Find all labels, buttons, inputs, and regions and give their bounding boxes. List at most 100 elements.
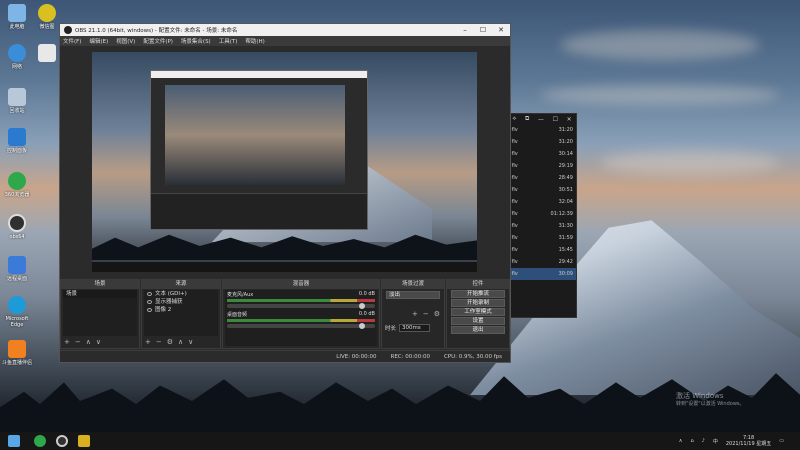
start-streaming-button[interactable]: 开始推流 [451, 290, 505, 298]
desktop-icon-edge[interactable]: Microsoft Edge [0, 296, 34, 328]
eye-icon[interactable] [147, 308, 152, 312]
file-list-toolbar: ⟡ ⧉ — ☐ ✕ [508, 114, 576, 124]
remove-icon[interactable]: − [156, 338, 162, 346]
obs-taskbar-icon[interactable] [56, 435, 68, 447]
notification-icon[interactable]: ▭ [779, 438, 784, 444]
source-item[interactable]: 文本 (GDI+) [144, 290, 218, 298]
ime-indicator[interactable]: 中 [713, 438, 718, 445]
settings-button[interactable]: 设置 [451, 317, 505, 325]
remove-icon[interactable]: − [75, 338, 81, 346]
desktop-icon-network[interactable]: 网络 [0, 44, 34, 70]
channel-db: 0.0 dB [358, 291, 375, 297]
exit-button[interactable]: 退出 [451, 326, 505, 334]
eye-icon[interactable] [147, 292, 152, 296]
move-down-icon[interactable]: ∨ [188, 338, 193, 346]
desktop-icon-control-panel[interactable]: 控制面板 [0, 128, 34, 154]
file-row[interactable]: .flv 15:45 [508, 244, 576, 256]
desktop-icon-douyu[interactable]: 斗鱼直播伴侣 [0, 340, 34, 366]
nested-docks [151, 193, 367, 229]
recycle-bin-icon [8, 88, 26, 106]
maximize-icon[interactable]: ☐ [474, 26, 492, 34]
file-row[interactable]: .flv 31:59 [508, 232, 576, 244]
file-icon [38, 44, 56, 62]
mixer-dock: 混音器 麦克风/Aux 0.0 dB 桌面音频 0.0 dB [222, 279, 380, 349]
source-item[interactable]: 显示器捕获 [144, 298, 218, 306]
slider-handle[interactable] [359, 323, 365, 329]
close-icon[interactable]: ✕ [492, 26, 510, 34]
scene-item[interactable]: 场景 [63, 290, 137, 298]
desktop-icon-remote-desktop[interactable]: 远程桌面 [0, 256, 34, 282]
file-row[interactable]: .flv 01:12:39 [508, 208, 576, 220]
fullscreen-icon[interactable]: ⧉ [525, 115, 529, 123]
network-tray-icon[interactable]: ⌂ [690, 438, 693, 444]
desktop-icon-360-browser[interactable]: 360浏览器 [0, 172, 34, 198]
file-name: .flv [510, 247, 518, 253]
file-row[interactable]: .flv 31:20 [508, 124, 576, 136]
minimize-icon[interactable]: — [538, 116, 544, 123]
menu-file[interactable]: 文件(F) [63, 37, 81, 45]
gear-icon[interactable]: ⚙ [434, 310, 440, 318]
remove-icon[interactable]: − [423, 310, 429, 318]
file-row[interactable]: .flv 28:49 [508, 172, 576, 184]
add-icon[interactable]: + [412, 310, 418, 318]
menu-scene-collection[interactable]: 场景集合(S) [181, 37, 211, 45]
move-up-icon[interactable]: ∧ [178, 338, 183, 346]
file-row[interactable]: .flv 29:42 [508, 256, 576, 268]
file-row[interactable]: .flv 31:30 [508, 220, 576, 232]
file-duration: 01:12:39 [550, 211, 573, 217]
file-row-selected[interactable]: .flv 30:09 [508, 268, 576, 280]
file-row[interactable]: .flv 32:04 [508, 196, 576, 208]
preview-canvas[interactable] [92, 52, 477, 272]
volume-icon[interactable]: ♪ [702, 438, 705, 444]
file-list-window: ⟡ ⧉ — ☐ ✕ .flv 31:20 .flv 31:20 .flv 30:14 … [507, 113, 577, 318]
move-down-icon[interactable]: ∨ [96, 338, 101, 346]
volume-slider[interactable] [227, 303, 375, 309]
desktop-icon-label: 斗鱼直播伴侣 [1, 360, 32, 366]
minimize-icon[interactable]: – [456, 26, 474, 34]
menu-profile[interactable]: 配置文件(P) [143, 37, 173, 45]
system-tray: ∧ ⌂ ♪ 中 7:18 2021/11/19 星期五 ▭ [679, 435, 800, 447]
transition-select[interactable]: 淡出 [386, 291, 440, 299]
obs-titlebar[interactable]: OBS 21.1.0 (64bit, windows) - 配置文件: 未命名 … [60, 24, 510, 36]
menu-help[interactable]: 帮助(H) [245, 37, 264, 45]
file-duration: 30:14 [558, 151, 573, 157]
pin-icon[interactable]: ⟡ [512, 115, 516, 123]
add-icon[interactable]: + [145, 338, 151, 346]
volume-slider[interactable] [227, 323, 375, 329]
studio-mode-button[interactable]: 工作室模式 [451, 308, 505, 316]
source-item[interactable]: 图像 2 [144, 306, 218, 314]
file-row[interactable]: .flv 30:51 [508, 184, 576, 196]
transitions-title: 场景过渡 [382, 280, 444, 289]
close-icon[interactable]: ✕ [567, 116, 572, 123]
menu-tools[interactable]: 工具(T) [219, 37, 238, 45]
obs-window: OBS 21.1.0 (64bit, windows) - 配置文件: 未命名 … [59, 23, 511, 363]
desktop-icon-recycle-bin[interactable]: 回收站 [0, 88, 34, 114]
windows-start-icon[interactable] [8, 435, 20, 447]
desktop-icon-obs64[interactable]: obs64 [0, 214, 34, 240]
desktop-icon-this-pc[interactable]: 此电脑 [0, 4, 34, 30]
remote-desktop-icon [8, 256, 26, 274]
start-recording-button[interactable]: 开始录制 [451, 299, 505, 307]
file-duration: 29:42 [558, 259, 573, 265]
menu-edit[interactable]: 编辑(E) [89, 37, 108, 45]
file-row[interactable]: .flv 31:20 [508, 136, 576, 148]
duration-input[interactable]: 300ms [399, 324, 430, 332]
tray-up-icon[interactable]: ∧ [679, 438, 683, 444]
gear-icon[interactable]: ⚙ [167, 338, 173, 346]
file-row[interactable]: .flv 29:19 [508, 160, 576, 172]
app-taskbar-icon[interactable] [78, 435, 90, 447]
desktop-icon-label: 回收站 [9, 108, 25, 114]
maximize-icon[interactable]: ☐ [553, 116, 558, 123]
360-browser-icon[interactable] [34, 435, 46, 447]
file-row[interactable]: .flv 30:14 [508, 148, 576, 160]
volume-meter [227, 319, 375, 322]
move-up-icon[interactable]: ∧ [86, 338, 91, 346]
source-label: 显示器捕获 [155, 299, 183, 305]
menu-view[interactable]: 视图(V) [116, 37, 135, 45]
eye-icon[interactable] [147, 300, 152, 304]
scenes-title: 场景 [61, 280, 139, 289]
clock[interactable]: 7:18 2021/11/19 星期五 [726, 435, 771, 447]
slider-handle[interactable] [359, 303, 365, 309]
add-icon[interactable]: + [64, 338, 70, 346]
transitions-dock: 场景过渡 淡出 + − ⚙ 时长 300ms [381, 279, 445, 349]
